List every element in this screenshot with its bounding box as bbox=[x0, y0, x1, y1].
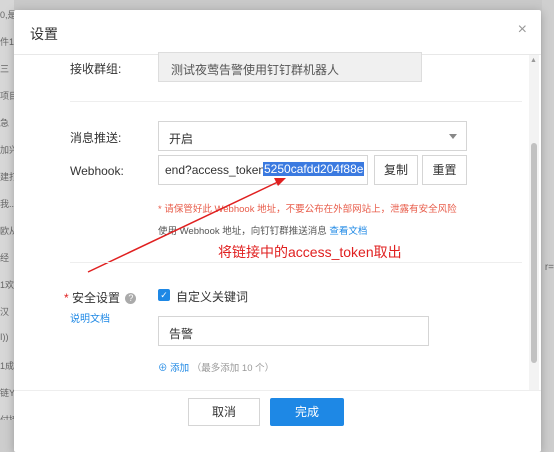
push-select-value: 开启 bbox=[169, 132, 194, 146]
receive-group-label: 接收群组: bbox=[70, 62, 122, 76]
webhook-text: end?access_token= bbox=[165, 163, 273, 177]
custom-keyword-label: 自定义关键词 bbox=[176, 290, 249, 304]
background-fragment: I)) bbox=[0, 332, 9, 342]
section-divider bbox=[70, 101, 522, 102]
security-doc-link[interactable]: 说明文档 bbox=[70, 310, 110, 325]
keyword-input[interactable]: 告警 bbox=[158, 316, 429, 346]
footer-divider bbox=[14, 390, 541, 391]
security-label-text: 安全设置 bbox=[72, 291, 121, 305]
dialog-title: 设置 bbox=[30, 26, 58, 42]
required-mark: * bbox=[64, 291, 69, 305]
background-fragment: 汉 bbox=[0, 307, 10, 317]
scroll-up-arrow-icon[interactable]: ▲ bbox=[530, 57, 537, 64]
push-select[interactable]: 开启 bbox=[158, 121, 467, 151]
help-icon[interactable]: ? bbox=[125, 293, 137, 305]
scroll-thumb[interactable] bbox=[531, 143, 537, 363]
add-keyword-row: ⊕ 添加 （最多添加 10 个） bbox=[158, 360, 274, 374]
webhook-warning: * 请保管好此 Webhook 地址，不要公布在外部网站上，泄露有安全风险 bbox=[158, 204, 457, 215]
webhook-input[interactable]: end?access_token= 5250cafdd204f88e bbox=[158, 155, 368, 185]
checkbox-checked-icon[interactable]: ✓ bbox=[158, 289, 170, 301]
add-label: 添加 bbox=[170, 363, 190, 374]
settings-dialog: 设置 × ▲ 接收群组: 测试夜莺告警使用钉钉群机器人 消息推送: 开启 Web… bbox=[14, 10, 541, 452]
push-label: 消息推送: bbox=[70, 131, 122, 145]
background-right-pane bbox=[542, 0, 554, 452]
receive-group-field: 测试夜莺告警使用钉钉群机器人 bbox=[158, 52, 422, 82]
background-right-text: r= bbox=[544, 262, 554, 273]
background-fragment: 1成 bbox=[0, 361, 15, 371]
background-fragment: 三 bbox=[0, 64, 10, 74]
annotation-text: 将链接中的access_token取出 bbox=[218, 244, 402, 260]
background-fragment: 经 bbox=[0, 253, 10, 263]
keyword-value: 告警 bbox=[169, 327, 194, 341]
webhook-label: Webhook: bbox=[70, 164, 124, 178]
background-fragment: 件1 bbox=[0, 37, 15, 47]
add-keyword-button[interactable]: ⊕ 添加 bbox=[158, 363, 189, 374]
cancel-button[interactable]: 取消 bbox=[188, 398, 260, 426]
chevron-down-icon bbox=[449, 134, 457, 139]
confirm-button[interactable]: 完成 bbox=[270, 398, 344, 426]
view-docs-link[interactable]: 查看文档 bbox=[329, 226, 367, 237]
webhook-selected-token: 5250cafdd204f88e bbox=[263, 162, 365, 176]
background-fragment: 1欢 bbox=[0, 280, 15, 290]
security-label: * 安全设置 ? bbox=[64, 289, 137, 306]
close-icon[interactable]: × bbox=[518, 21, 527, 39]
background-fragment: 急 bbox=[0, 118, 10, 128]
background-fragment: 链Y bbox=[0, 388, 16, 398]
usage-hint-text: 使用 Webhook 地址，向钉钉群推送消息 bbox=[158, 226, 327, 237]
dialog-scrollbar[interactable]: ▲ bbox=[529, 55, 539, 390]
receive-group-value: 测试夜莺告警使用钉钉群机器人 bbox=[171, 63, 340, 77]
copy-button[interactable]: 复制 bbox=[374, 155, 418, 185]
section-divider bbox=[70, 262, 522, 263]
watermark: https://blog.csdn.net/@51CTO博客 bbox=[300, 428, 470, 440]
webhook-usage-hint: 使用 Webhook 地址，向钉钉群推送消息 查看文档 bbox=[158, 223, 367, 237]
reset-button[interactable]: 重置 bbox=[422, 155, 467, 185]
add-limit-hint: （最多添加 10 个） bbox=[191, 363, 275, 374]
